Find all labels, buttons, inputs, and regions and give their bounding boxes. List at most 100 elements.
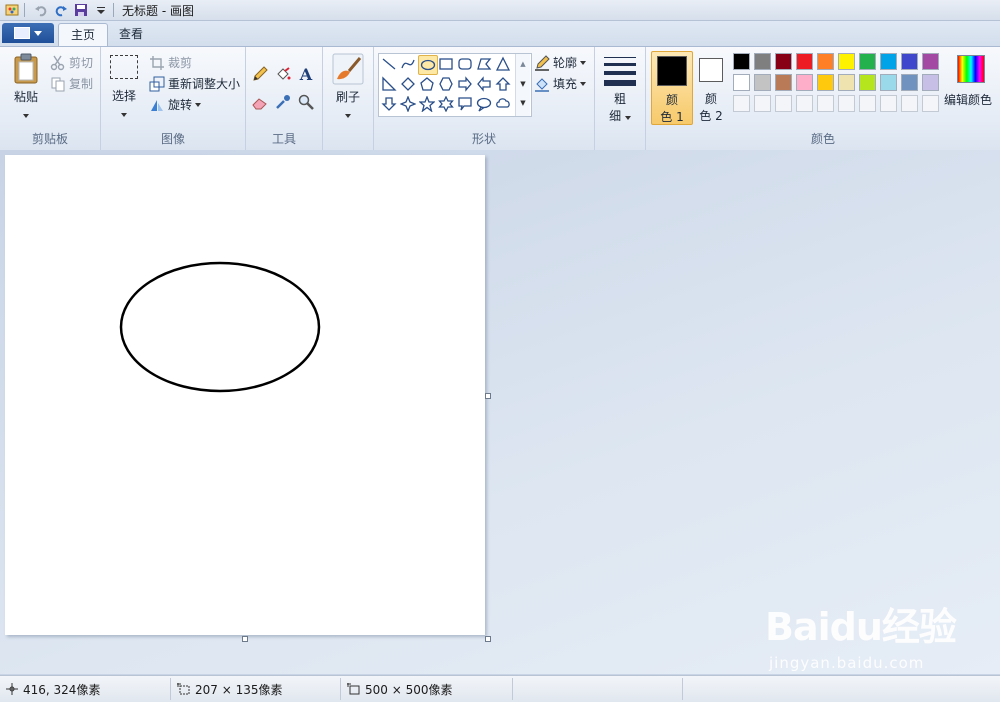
rectangle-shape[interactable]: [437, 55, 455, 73]
fill-tool[interactable]: [273, 64, 293, 84]
shapes-scrollbar[interactable]: ▲ ▼ ▼: [515, 54, 530, 116]
size-button[interactable]: 粗 细: [602, 53, 638, 124]
crop-button[interactable]: 裁剪: [149, 54, 192, 71]
canvas-size-icon: [347, 683, 360, 695]
brushes-label: 刷子: [335, 90, 360, 104]
custom-color-slot[interactable]: [838, 95, 855, 112]
crosshair-icon: [6, 683, 18, 695]
resize-button[interactable]: 重新调整大小: [149, 75, 240, 92]
palette-color-swatch[interactable]: [775, 74, 792, 91]
cut-button[interactable]: 剪切: [50, 54, 93, 71]
custom-color-slot[interactable]: [775, 95, 792, 112]
palette-color-swatch[interactable]: [922, 53, 939, 70]
tab-home[interactable]: 主页: [58, 23, 109, 46]
paint-app-icon[interactable]: [4, 2, 20, 18]
palette-color-swatch[interactable]: [922, 74, 939, 91]
paste-button[interactable]: 粘贴: [8, 53, 44, 121]
drawing-canvas[interactable]: [5, 155, 485, 635]
palette-color-swatch[interactable]: [901, 74, 918, 91]
palette-color-swatch[interactable]: [880, 53, 897, 70]
expand-gallery-icon[interactable]: ▼: [516, 94, 530, 112]
right-triangle-shape[interactable]: [380, 75, 398, 93]
fill-button[interactable]: 填充: [534, 75, 587, 92]
color1-button[interactable]: 颜 色 1: [651, 51, 693, 125]
rectangle-callout-shape[interactable]: [456, 95, 474, 113]
redo-icon[interactable]: [53, 2, 69, 18]
palette-color-swatch[interactable]: [838, 53, 855, 70]
rounded-rectangle-shape[interactable]: [456, 55, 474, 73]
palette-color-swatch[interactable]: [754, 53, 771, 70]
palette-color-swatch[interactable]: [775, 53, 792, 70]
canvas-size-text: 500 × 500像素: [365, 682, 453, 697]
custom-color-slot[interactable]: [922, 95, 939, 112]
custom-color-slot[interactable]: [901, 95, 918, 112]
palette-color-swatch[interactable]: [796, 53, 813, 70]
palette-color-swatch[interactable]: [733, 53, 750, 70]
palette-color-swatch[interactable]: [817, 53, 834, 70]
oval-shape[interactable]: [418, 55, 438, 75]
text-tool[interactable]: A: [296, 64, 316, 84]
canvas-drawing: [119, 261, 321, 393]
clipboard-group-label: 剪贴板: [31, 132, 68, 146]
oval-callout-shape[interactable]: [475, 95, 493, 113]
palette-color-swatch[interactable]: [733, 74, 750, 91]
edit-colors-button[interactable]: 编辑颜色: [944, 53, 996, 108]
color-picker-tool[interactable]: [273, 92, 293, 112]
scroll-up-icon[interactable]: ▲: [516, 54, 530, 74]
curve-shape[interactable]: [399, 55, 417, 73]
quick-access-dropdown-icon[interactable]: [93, 2, 109, 18]
six-point-star-shape[interactable]: [437, 95, 455, 113]
resize-handle-bottom[interactable]: [242, 636, 248, 642]
polygon-shape[interactable]: [475, 55, 493, 73]
custom-color-slot[interactable]: [796, 95, 813, 112]
line-shape[interactable]: [380, 55, 398, 73]
down-arrow-shape[interactable]: [380, 95, 398, 113]
undo-icon[interactable]: [33, 2, 49, 18]
pentagon-shape[interactable]: [418, 75, 436, 93]
palette-color-swatch[interactable]: [796, 74, 813, 91]
five-point-star-shape[interactable]: [418, 95, 436, 113]
custom-color-slot[interactable]: [880, 95, 897, 112]
pencil-tool[interactable]: [250, 64, 270, 84]
custom-color-slot[interactable]: [754, 95, 771, 112]
palette-color-swatch[interactable]: [859, 74, 876, 91]
up-arrow-shape[interactable]: [494, 75, 512, 93]
eraser-tool[interactable]: [250, 92, 270, 112]
palette-color-swatch[interactable]: [817, 74, 834, 91]
outline-button[interactable]: 轮廓: [534, 54, 587, 71]
palette-color-swatch[interactable]: [838, 74, 855, 91]
status-bar: 416, 324像素 207 × 135像素 500 × 500像素: [0, 675, 1000, 702]
custom-color-slot[interactable]: [859, 95, 876, 112]
palette-color-swatch[interactable]: [859, 53, 876, 70]
palette-color-swatch[interactable]: [754, 74, 771, 91]
right-arrow-shape[interactable]: [456, 75, 474, 93]
triangle-shape[interactable]: [494, 55, 512, 73]
palette-color-swatch[interactable]: [901, 53, 918, 70]
color2-button[interactable]: 颜 色 2: [696, 51, 726, 123]
copy-button[interactable]: 复制: [50, 75, 93, 92]
custom-color-slot[interactable]: [817, 95, 834, 112]
tab-view[interactable]: 查看: [107, 23, 155, 45]
left-arrow-shape[interactable]: [475, 75, 493, 93]
palette-color-swatch[interactable]: [880, 74, 897, 91]
brushes-button[interactable]: 刷子: [331, 53, 365, 121]
brush-icon: [332, 53, 364, 85]
divider: [24, 3, 25, 17]
rotate-button[interactable]: 旋转: [149, 96, 202, 113]
selection-size-icon: [177, 683, 190, 695]
resize-handle-corner[interactable]: [485, 636, 491, 642]
scroll-down-icon[interactable]: ▼: [516, 74, 530, 94]
hexagon-shape[interactable]: [437, 75, 455, 93]
shapes-group-label: 形状: [471, 132, 496, 146]
size-label-thin: 细: [609, 109, 622, 123]
diamond-shape[interactable]: [399, 75, 417, 93]
cloud-callout-shape[interactable]: [494, 95, 512, 113]
magnifier-tool[interactable]: [296, 92, 316, 112]
paint-menu-button[interactable]: [2, 23, 54, 43]
four-point-star-shape[interactable]: [399, 95, 417, 113]
color1-label-bottom: 色 1: [660, 110, 684, 124]
save-icon[interactable]: [73, 2, 89, 18]
select-button[interactable]: 选择: [109, 55, 139, 120]
resize-handle-right[interactable]: [485, 393, 491, 399]
custom-color-slot[interactable]: [733, 95, 750, 112]
